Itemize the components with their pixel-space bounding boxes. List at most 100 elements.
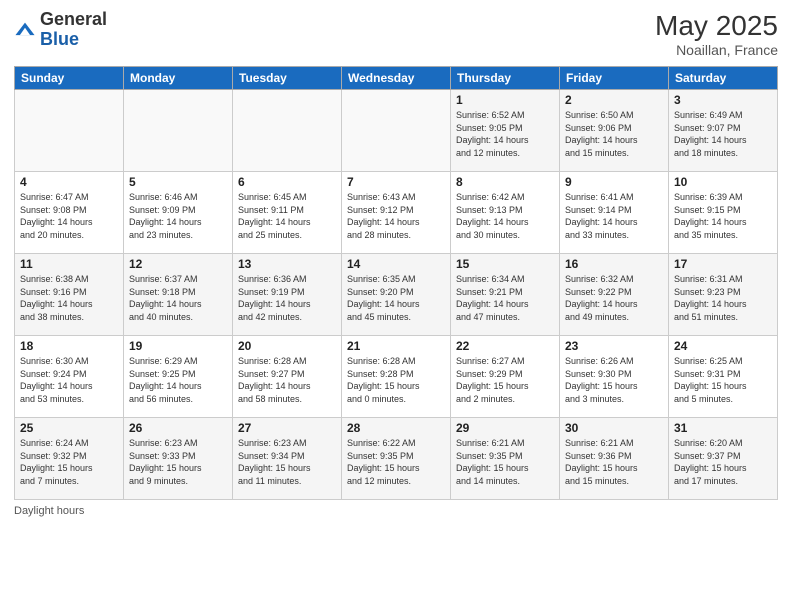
calendar-cell: 27Sunrise: 6:23 AMSunset: 9:34 PMDayligh…	[233, 418, 342, 500]
calendar-week-1: 1Sunrise: 6:52 AMSunset: 9:05 PMDaylight…	[15, 90, 778, 172]
calendar-cell	[342, 90, 451, 172]
day-info: Sunrise: 6:28 AMSunset: 9:27 PMDaylight:…	[238, 355, 336, 405]
day-info: Sunrise: 6:22 AMSunset: 9:35 PMDaylight:…	[347, 437, 445, 487]
calendar-cell: 3 Sunrise: 6:49 AMSunset: 9:07 PMDaylight…	[669, 90, 778, 172]
day-number: 23	[565, 339, 663, 353]
day-number: 30	[565, 421, 663, 435]
day-info: Sunrise: 6:36 AMSunset: 9:19 PMDaylight:…	[238, 273, 336, 323]
logo-blue-text: Blue	[40, 29, 79, 49]
logo: General Blue	[14, 10, 107, 50]
header: General Blue May 2025 Noaillan, France	[14, 10, 778, 58]
day-number: 24	[674, 339, 772, 353]
calendar-cell: 25 Sunrise: 6:24 AMSunset: 9:32 PMDayligh…	[15, 418, 124, 500]
day-info: Sunrise: 6:47 AMSunset: 9:08 PMDaylight:…	[20, 191, 118, 241]
calendar-cell: 1Sunrise: 6:52 AMSunset: 9:05 PMDaylight…	[451, 90, 560, 172]
calendar-cell: 31 Sunrise: 6:20 AMSunset: 9:37 PMDayligh…	[669, 418, 778, 500]
calendar-cell: 8 Sunrise: 6:42 AMSunset: 9:13 PMDaylight…	[451, 172, 560, 254]
calendar-cell: 2Sunrise: 6:50 AMSunset: 9:06 PMDaylight…	[560, 90, 669, 172]
day-info: Sunrise: 6:43 AMSunset: 9:12 PMDaylight:…	[347, 191, 445, 241]
location: Noaillan, France	[655, 42, 778, 58]
day-number: 26	[129, 421, 227, 435]
calendar-cell: 16Sunrise: 6:32 AMSunset: 9:22 PMDayligh…	[560, 254, 669, 336]
day-info: Sunrise: 6:27 AMSunset: 9:29 PMDaylight:…	[456, 355, 554, 405]
calendar-cell	[15, 90, 124, 172]
month-year: May 2025	[655, 10, 778, 42]
calendar-cell: 12 Sunrise: 6:37 AMSunset: 9:18 PMDayligh…	[124, 254, 233, 336]
day-number: 4	[20, 175, 118, 189]
calendar-cell: 7Sunrise: 6:43 AMSunset: 9:12 PMDaylight…	[342, 172, 451, 254]
day-number: 20	[238, 339, 336, 353]
title-block: May 2025 Noaillan, France	[655, 10, 778, 58]
calendar-cell: 17 Sunrise: 6:31 AMSunset: 9:23 PMDayligh…	[669, 254, 778, 336]
calendar: SundayMondayTuesdayWednesdayThursdayFrid…	[14, 66, 778, 500]
day-info: Sunrise: 6:21 AMSunset: 9:36 PMDaylight:…	[565, 437, 663, 487]
calendar-cell: 9Sunrise: 6:41 AMSunset: 9:14 PMDaylight…	[560, 172, 669, 254]
calendar-cell: 23 Sunrise: 6:26 AMSunset: 9:30 PMDayligh…	[560, 336, 669, 418]
day-number: 10	[674, 175, 772, 189]
calendar-cell: 20 Sunrise: 6:28 AMSunset: 9:27 PMDayligh…	[233, 336, 342, 418]
day-info: Sunrise: 6:23 AMSunset: 9:33 PMDaylight:…	[129, 437, 227, 487]
day-info: Sunrise: 6:24 AMSunset: 9:32 PMDaylight:…	[20, 437, 118, 487]
calendar-cell: 5 Sunrise: 6:46 AMSunset: 9:09 PMDaylight…	[124, 172, 233, 254]
day-number: 3	[674, 93, 772, 107]
day-info: Sunrise: 6:37 AMSunset: 9:18 PMDaylight:…	[129, 273, 227, 323]
day-number: 6	[238, 175, 336, 189]
day-number: 5	[129, 175, 227, 189]
calendar-cell: 11 Sunrise: 6:38 AMSunset: 9:16 PMDayligh…	[15, 254, 124, 336]
calendar-header-sunday: Sunday	[15, 67, 124, 90]
day-number: 8	[456, 175, 554, 189]
day-info: Sunrise: 6:20 AMSunset: 9:37 PMDaylight:…	[674, 437, 772, 487]
day-number: 16	[565, 257, 663, 271]
calendar-cell: 10 Sunrise: 6:39 AMSunset: 9:15 PMDayligh…	[669, 172, 778, 254]
logo-general-text: General	[40, 9, 107, 29]
calendar-week-4: 18Sunrise: 6:30 AMSunset: 9:24 PMDayligh…	[15, 336, 778, 418]
day-number: 2	[565, 93, 663, 107]
calendar-cell: 22 Sunrise: 6:27 AMSunset: 9:29 PMDayligh…	[451, 336, 560, 418]
calendar-cell: 26 Sunrise: 6:23 AMSunset: 9:33 PMDayligh…	[124, 418, 233, 500]
day-number: 11	[20, 257, 118, 271]
day-number: 13	[238, 257, 336, 271]
day-info: Sunrise: 6:38 AMSunset: 9:16 PMDaylight:…	[20, 273, 118, 323]
calendar-cell: 14Sunrise: 6:35 AMSunset: 9:20 PMDayligh…	[342, 254, 451, 336]
calendar-cell	[124, 90, 233, 172]
calendar-header-monday: Monday	[124, 67, 233, 90]
day-info: Sunrise: 6:34 AMSunset: 9:21 PMDaylight:…	[456, 273, 554, 323]
day-number: 15	[456, 257, 554, 271]
day-info: Sunrise: 6:21 AMSunset: 9:35 PMDaylight:…	[456, 437, 554, 487]
calendar-cell: 21 Sunrise: 6:28 AMSunset: 9:28 PMDayligh…	[342, 336, 451, 418]
calendar-header-thursday: Thursday	[451, 67, 560, 90]
day-number: 28	[347, 421, 445, 435]
day-info: Sunrise: 6:31 AMSunset: 9:23 PMDaylight:…	[674, 273, 772, 323]
footer: Daylight hours	[14, 505, 778, 517]
calendar-week-2: 4 Sunrise: 6:47 AMSunset: 9:08 PMDaylight…	[15, 172, 778, 254]
day-info: Sunrise: 6:52 AMSunset: 9:05 PMDaylight:…	[456, 109, 554, 159]
daylight-label: Daylight hours	[14, 505, 84, 517]
day-info: Sunrise: 6:49 AMSunset: 9:07 PMDaylight:…	[674, 109, 772, 159]
calendar-cell: 18Sunrise: 6:30 AMSunset: 9:24 PMDayligh…	[15, 336, 124, 418]
day-number: 31	[674, 421, 772, 435]
calendar-header-tuesday: Tuesday	[233, 67, 342, 90]
day-number: 17	[674, 257, 772, 271]
day-info: Sunrise: 6:46 AMSunset: 9:09 PMDaylight:…	[129, 191, 227, 241]
day-number: 21	[347, 339, 445, 353]
calendar-week-3: 11 Sunrise: 6:38 AMSunset: 9:16 PMDayligh…	[15, 254, 778, 336]
logo-icon	[14, 19, 36, 41]
day-number: 27	[238, 421, 336, 435]
calendar-week-5: 25 Sunrise: 6:24 AMSunset: 9:32 PMDayligh…	[15, 418, 778, 500]
calendar-cell: 19Sunrise: 6:29 AMSunset: 9:25 PMDayligh…	[124, 336, 233, 418]
day-number: 12	[129, 257, 227, 271]
day-info: Sunrise: 6:26 AMSunset: 9:30 PMDaylight:…	[565, 355, 663, 405]
day-info: Sunrise: 6:28 AMSunset: 9:28 PMDaylight:…	[347, 355, 445, 405]
page: General Blue May 2025 Noaillan, France S…	[0, 0, 792, 612]
day-info: Sunrise: 6:39 AMSunset: 9:15 PMDaylight:…	[674, 191, 772, 241]
calendar-cell: 28 Sunrise: 6:22 AMSunset: 9:35 PMDayligh…	[342, 418, 451, 500]
day-number: 25	[20, 421, 118, 435]
day-info: Sunrise: 6:45 AMSunset: 9:11 PMDaylight:…	[238, 191, 336, 241]
calendar-cell: 6 Sunrise: 6:45 AMSunset: 9:11 PMDaylight…	[233, 172, 342, 254]
day-number: 19	[129, 339, 227, 353]
calendar-cell: 4 Sunrise: 6:47 AMSunset: 9:08 PMDaylight…	[15, 172, 124, 254]
day-number: 22	[456, 339, 554, 353]
day-number: 14	[347, 257, 445, 271]
day-info: Sunrise: 6:42 AMSunset: 9:13 PMDaylight:…	[456, 191, 554, 241]
calendar-cell: 29Sunrise: 6:21 AMSunset: 9:35 PMDayligh…	[451, 418, 560, 500]
